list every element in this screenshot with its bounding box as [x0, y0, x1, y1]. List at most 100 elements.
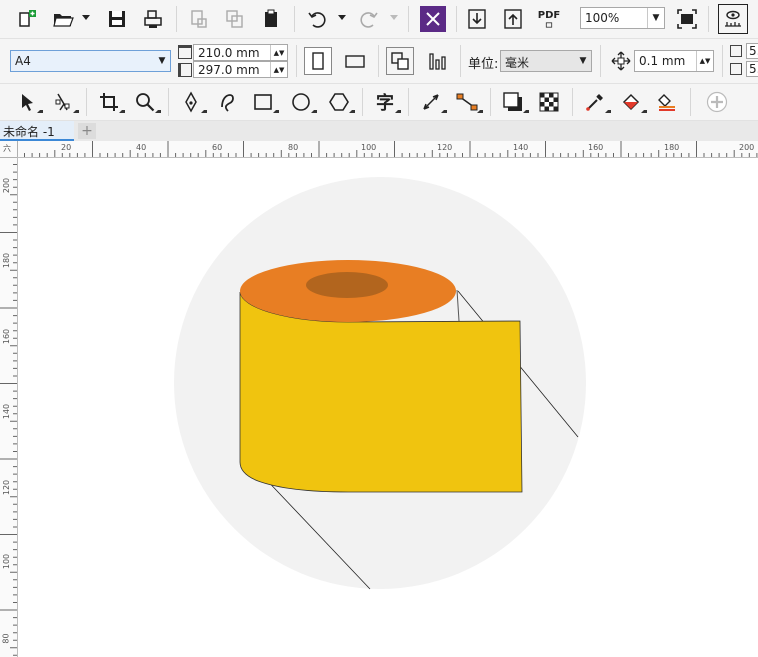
full-screen-icon[interactable] — [674, 6, 700, 32]
ruler-origin-glyph: 六 — [3, 144, 11, 153]
separator — [86, 88, 87, 116]
flyout-indicator-icon — [349, 110, 355, 113]
ruler-label: 160 — [588, 143, 604, 152]
open-folder-icon[interactable] — [50, 6, 76, 32]
duplicate-y-value[interactable]: 5. — [746, 61, 758, 77]
nudge-icon — [608, 48, 634, 74]
nudge-distance-field[interactable]: 0.1 mm ▲▼ — [634, 50, 714, 72]
property-bar: A4 ▼ 210.0 mm ▲▼ 297.0 mm ▲▼ 单位: 毫米 ▼ 0.… — [0, 39, 758, 84]
document-tab-label: 未命名 -1 — [3, 125, 55, 139]
publish-pdf-icon[interactable]: PDF — [536, 6, 562, 32]
zoom-dropdown-icon[interactable]: ▼ — [647, 8, 664, 28]
vertical-ruler[interactable]: 200 180 160 140 120 100 80 — [0, 157, 18, 657]
add-tab-icon[interactable]: + — [78, 123, 96, 139]
ruler-label: 200 — [739, 143, 755, 152]
toolbox: 字 — [0, 84, 758, 121]
units-select[interactable]: 毫米 ▼ — [500, 50, 592, 72]
transparency-tool-icon[interactable] — [536, 89, 562, 115]
redo-dropdown-arrow[interactable] — [390, 15, 398, 20]
import-icon[interactable] — [186, 6, 212, 32]
flyout-indicator-icon — [605, 110, 611, 113]
paper-size-select[interactable]: A4 ▼ — [10, 50, 171, 72]
duplicate-x-icon — [730, 45, 742, 57]
ruler-label: 20 — [61, 143, 72, 152]
export-icon[interactable] — [222, 6, 248, 32]
drawing-canvas[interactable] — [18, 158, 758, 657]
export-file-icon[interactable] — [500, 6, 526, 32]
standard-toolbar: PDF 100% ▼ — [0, 0, 758, 39]
separator — [722, 45, 723, 77]
units-label: 单位: — [468, 57, 499, 72]
horizontal-ruler-ticks — [17, 141, 758, 157]
page-height-value: 297.0 mm — [198, 63, 260, 77]
clipboard-icon[interactable] — [258, 6, 284, 32]
portrait-icon[interactable] — [304, 47, 332, 75]
text-tool-glyph: 字 — [376, 93, 394, 114]
flyout-indicator-icon — [155, 110, 161, 113]
ruler-label: 160 — [2, 328, 12, 345]
page-height-icon — [178, 63, 192, 77]
separator — [296, 45, 297, 77]
duplicate-x-value[interactable]: 5. — [746, 43, 758, 59]
horizontal-ruler[interactable]: 20 40 60 80 100 120 140 160 180 200 — [17, 141, 758, 158]
current-page-icon[interactable] — [424, 48, 450, 74]
flyout-indicator-icon — [311, 110, 317, 113]
new-document-icon[interactable] — [14, 6, 40, 32]
options-icon[interactable] — [718, 4, 748, 34]
ruler-label: 120 — [2, 479, 12, 496]
separator — [600, 45, 601, 77]
import-file-icon[interactable] — [464, 6, 490, 32]
page-width-spinner[interactable]: ▲▼ — [270, 45, 287, 60]
flyout-indicator-icon — [395, 110, 401, 113]
nudge-spinner[interactable]: ▲▼ — [696, 51, 713, 71]
flyout-indicator-icon — [37, 110, 43, 113]
ruler-label: 100 — [361, 143, 377, 152]
smart-fill-tool-icon[interactable] — [654, 89, 680, 115]
redo-icon[interactable] — [356, 6, 382, 32]
flyout-indicator-icon — [441, 110, 447, 113]
undo-dropdown-arrow[interactable] — [338, 15, 346, 20]
zoom-level-combo[interactable]: 100% ▼ — [580, 7, 665, 29]
tape-roll-core-hole[interactable] — [306, 272, 388, 298]
all-pages-icon[interactable] — [386, 47, 414, 75]
corel-connect-icon[interactable] — [420, 6, 446, 32]
tab-document[interactable]: 未命名 -1 — [0, 121, 74, 141]
paper-size-dropdown-icon[interactable]: ▼ — [154, 51, 170, 71]
nudge-distance-value: 0.1 mm — [639, 54, 686, 68]
ruler-label: 200 — [2, 177, 12, 194]
ruler-label: 80 — [288, 143, 299, 152]
ruler-label: 120 — [437, 143, 453, 152]
flyout-indicator-icon — [201, 110, 207, 113]
flyout-indicator-icon — [119, 110, 125, 113]
save-icon[interactable] — [104, 6, 130, 32]
separator — [168, 88, 169, 116]
open-dropdown-arrow[interactable] — [82, 15, 90, 20]
page-width-icon — [178, 45, 192, 59]
ruler-label: 80 — [1, 633, 11, 644]
separator — [572, 88, 573, 116]
page-height-field[interactable]: 297.0 mm ▲▼ — [193, 61, 288, 78]
ruler-origin[interactable]: 六 — [0, 141, 18, 158]
page-width-field[interactable]: 210.0 mm ▲▼ — [193, 44, 288, 61]
flyout-indicator-icon — [523, 110, 529, 113]
undo-icon[interactable] — [304, 6, 330, 32]
separator — [408, 6, 409, 32]
separator — [176, 6, 177, 32]
landscape-icon[interactable] — [342, 48, 368, 74]
separator — [690, 88, 691, 116]
ruler-label: 40 — [136, 143, 147, 152]
separator — [362, 88, 363, 116]
units-value: 毫米 — [505, 56, 530, 70]
flyout-indicator-icon — [73, 110, 79, 113]
tape-roll-body[interactable] — [239, 291, 523, 493]
ruler-label: 100 — [2, 553, 12, 570]
separator — [294, 6, 295, 32]
ruler-label: 180 — [2, 252, 12, 269]
separator — [456, 6, 457, 32]
page-height-spinner[interactable]: ▲▼ — [270, 62, 287, 77]
print-icon[interactable] — [140, 6, 166, 32]
artistic-media-tool-icon[interactable] — [214, 89, 240, 115]
document-tab-bar: 未命名 -1 + — [0, 121, 758, 141]
customize-toolbox-icon[interactable] — [703, 88, 731, 116]
units-dropdown-icon[interactable]: ▼ — [575, 51, 591, 71]
